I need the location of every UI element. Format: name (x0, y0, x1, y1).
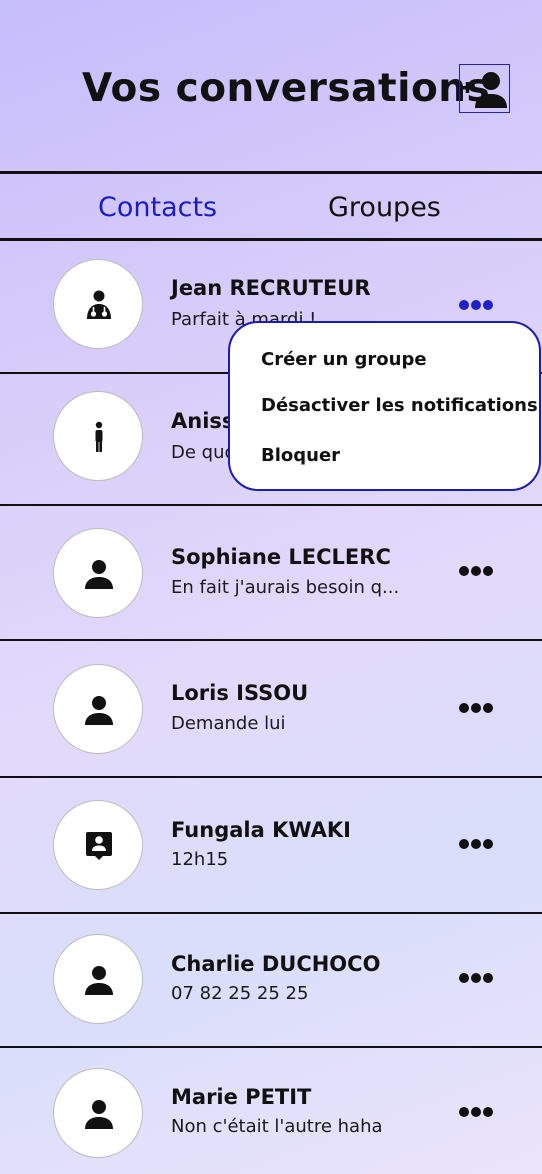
dot-icon (483, 566, 493, 576)
dot-icon (471, 300, 481, 310)
tab-groupes[interactable]: Groupes (328, 192, 441, 223)
list-item[interactable]: Loris ISSOU Demande lui (0, 641, 542, 778)
add-contact-button[interactable] (459, 64, 510, 113)
dot-icon (471, 566, 481, 576)
header: Vos conversations (0, 0, 542, 171)
last-message: En fait j'aurais besoin q... (171, 577, 400, 598)
dot-icon (471, 973, 481, 983)
contact-name: Jean RECRUTEUR (171, 276, 371, 300)
list-item[interactable]: Sophiane LECLERC En fait j'aurais besoin… (0, 506, 542, 641)
menu-item-disable-notifications[interactable]: Désactiver les notifications (261, 395, 538, 416)
dot-icon (471, 1107, 481, 1117)
doctor-icon (87, 290, 111, 319)
dot-icon (483, 839, 493, 849)
avatar (53, 800, 143, 890)
contact-name: Sophiane LECLERC (171, 545, 391, 569)
more-options-button[interactable] (456, 971, 496, 985)
contact-name: Charlie DUCHOCO (171, 952, 381, 976)
dot-icon (459, 1107, 469, 1117)
dot-icon (459, 973, 469, 983)
standing-person-icon (95, 421, 103, 452)
menu-item-block[interactable]: Bloquer (261, 445, 340, 466)
more-options-button[interactable] (456, 564, 496, 578)
dot-icon (471, 839, 481, 849)
person-icon (85, 696, 113, 725)
page-title: Vos conversations (82, 66, 491, 111)
more-options-button[interactable] (456, 701, 496, 715)
contact-name: Marie PETIT (171, 1085, 312, 1109)
avatar (53, 528, 143, 618)
last-message: Non c'était l'autre haha (171, 1116, 383, 1137)
avatar (53, 934, 143, 1024)
last-message: 12h15 (171, 849, 229, 870)
person-icon (85, 560, 113, 589)
dot-icon (483, 1107, 493, 1117)
menu-item-create-group[interactable]: Créer un groupe (261, 349, 427, 370)
contact-name: Aniss (171, 409, 235, 433)
avatar (53, 664, 143, 754)
avatar (53, 391, 143, 481)
dot-icon (459, 839, 469, 849)
tab-contacts[interactable]: Contacts (98, 192, 217, 223)
last-message: Demande lui (171, 713, 286, 734)
dot-icon (471, 703, 481, 713)
tab-bar: Contacts Groupes (0, 171, 542, 241)
person-icon (85, 966, 113, 995)
avatar (53, 259, 143, 349)
add-contact-icon (462, 72, 507, 108)
dot-icon (483, 703, 493, 713)
more-options-button[interactable] (456, 298, 496, 312)
more-options-button[interactable] (456, 1105, 496, 1119)
list-item[interactable]: Fungala KWAKI 12h15 (0, 778, 542, 914)
avatar (53, 1068, 143, 1158)
list-item[interactable]: Charlie DUCHOCO 07 82 25 25 25 (0, 914, 542, 1048)
person-pin-icon (86, 832, 112, 860)
context-menu: Créer un groupe Désactiver les notificat… (228, 321, 541, 491)
contact-name: Loris ISSOU (171, 681, 309, 705)
list-item[interactable]: Marie PETIT Non c'était l'autre haha (0, 1048, 542, 1174)
more-options-button[interactable] (456, 837, 496, 851)
dot-icon (459, 300, 469, 310)
person-icon (85, 1100, 113, 1129)
dot-icon (483, 300, 493, 310)
dot-icon (459, 566, 469, 576)
dot-icon (459, 703, 469, 713)
contact-name: Fungala KWAKI (171, 818, 351, 842)
dot-icon (483, 973, 493, 983)
last-message: 07 82 25 25 25 (171, 983, 309, 1004)
